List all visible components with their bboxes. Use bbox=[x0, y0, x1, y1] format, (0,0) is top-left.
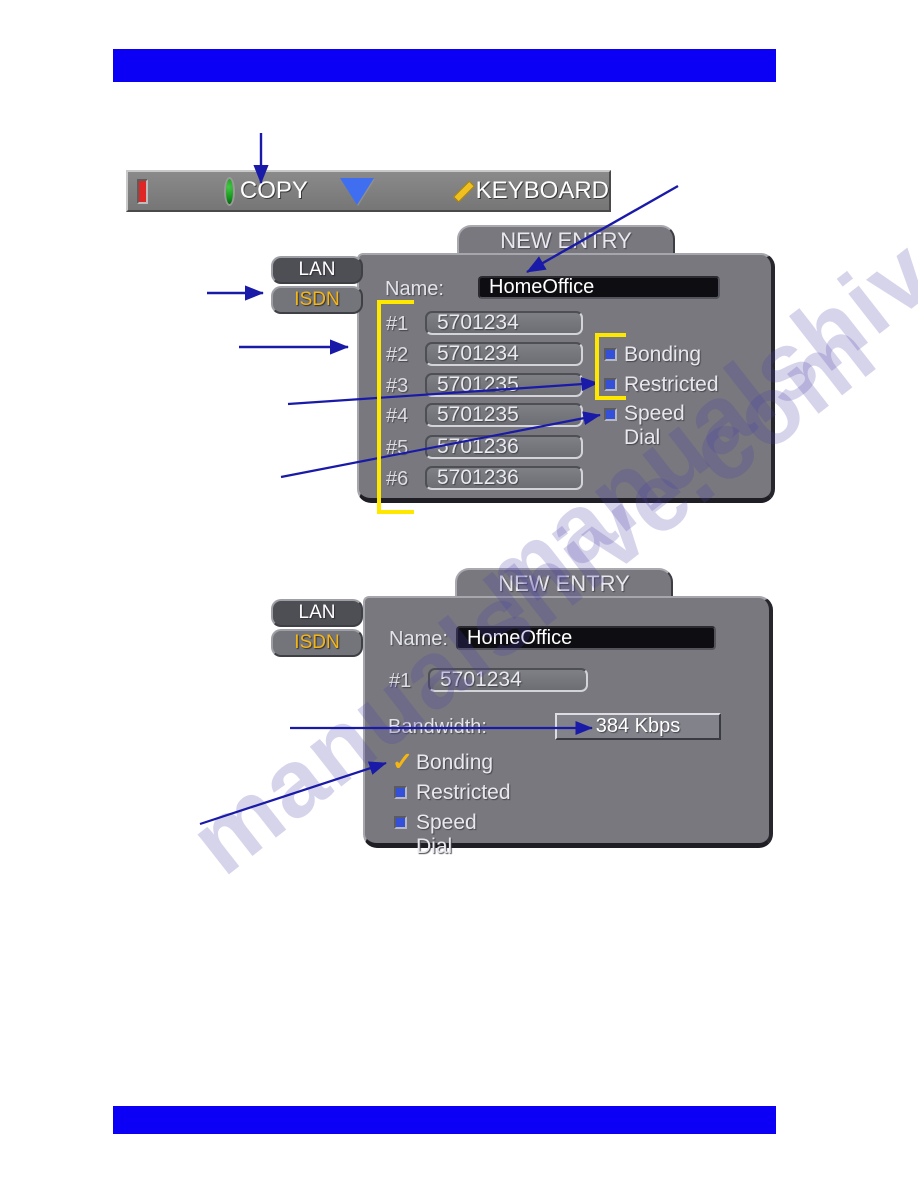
dialog1-side-tabs: LAN ISDN bbox=[271, 256, 363, 314]
dialog1-number-2-input[interactable]: 5701234 bbox=[425, 342, 583, 366]
dialog2-side-tabs: LAN ISDN bbox=[271, 599, 363, 657]
tab-lan[interactable]: LAN bbox=[271, 256, 363, 284]
red-square-icon[interactable] bbox=[137, 178, 149, 204]
dialog2-checkbox-speed-dial[interactable] bbox=[394, 816, 407, 829]
yellow-diamond-icon[interactable] bbox=[452, 180, 475, 202]
dialog1-number-2-label: #2 bbox=[386, 344, 409, 366]
dialog1-number-5-input[interactable]: 5701236 bbox=[425, 435, 583, 459]
dialog2-label-restricted: Restricted bbox=[416, 781, 511, 804]
dialog2-number-1-label: #1 bbox=[389, 670, 412, 692]
dialog2-title-tab: NEW ENTRY bbox=[455, 568, 673, 598]
dialog1-label-bonding: Bonding bbox=[624, 343, 702, 366]
dialog2-bandwidth-select[interactable]: 384 Kbps bbox=[555, 713, 721, 740]
dialog2-checkbox-restricted[interactable] bbox=[394, 786, 407, 799]
dialog1-number-5-label: #5 bbox=[386, 437, 409, 459]
dialog2-label-speed-dial: Speed Dial bbox=[416, 811, 477, 858]
tab-isdn[interactable]: ISDN bbox=[271, 286, 363, 314]
dialog1-number-1-input[interactable]: 5701234 bbox=[425, 311, 583, 335]
dialog1-checkbox-speed-dial[interactable] bbox=[604, 408, 617, 421]
dialog1-number-3-input[interactable]: 5701235 bbox=[425, 373, 583, 397]
green-circle-icon[interactable] bbox=[224, 176, 235, 206]
keyboard-button-label: KEYBOARD bbox=[475, 177, 609, 204]
callout-arrow-bonding-checkmark bbox=[199, 761, 387, 826]
dialog2-name-label: Name: bbox=[389, 628, 448, 650]
dialog2-number-1-input[interactable]: 5701234 bbox=[428, 668, 588, 692]
dialog1-name-label: Name: bbox=[385, 278, 444, 300]
blue-triangle-icon[interactable] bbox=[339, 177, 374, 205]
copy-button-label: COPY bbox=[239, 177, 308, 204]
dialog1-checkbox-bonding[interactable] bbox=[604, 348, 617, 361]
tab-lan-2[interactable]: LAN bbox=[271, 599, 363, 627]
page-footer-rule bbox=[113, 1106, 776, 1134]
dialog2-label-bonding: Bonding bbox=[416, 751, 494, 774]
dialog1-number-3-label: #3 bbox=[386, 375, 409, 397]
dialog2-name-input[interactable]: HomeOffice bbox=[456, 626, 716, 650]
dialog1-checkbox-restricted[interactable] bbox=[604, 378, 617, 391]
dialog1-number-1-label: #1 bbox=[386, 313, 409, 335]
dialog1-name-input[interactable]: HomeOffice bbox=[478, 276, 720, 299]
dialog1-label-restricted: Restricted bbox=[624, 373, 719, 396]
dialog1-title-tab: NEW ENTRY bbox=[457, 225, 675, 255]
dialog2-checkbox-bonding[interactable]: ✓ bbox=[392, 750, 413, 775]
dialog1-number-4-input[interactable]: 5701235 bbox=[425, 403, 583, 427]
page-header-rule bbox=[113, 49, 776, 82]
dialog1-label-speed-dial: Speed Dial bbox=[624, 402, 685, 449]
dialog1-number-6-label: #6 bbox=[386, 468, 409, 490]
tab-isdn-2[interactable]: ISDN bbox=[271, 629, 363, 657]
dialog2-bandwidth-label: Bandwidth: bbox=[388, 716, 487, 738]
device-toolbar: COPY KEYBOARD bbox=[126, 170, 611, 212]
dialog1-number-4-label: #4 bbox=[386, 405, 409, 427]
dialog1-number-6-input[interactable]: 5701236 bbox=[425, 466, 583, 490]
